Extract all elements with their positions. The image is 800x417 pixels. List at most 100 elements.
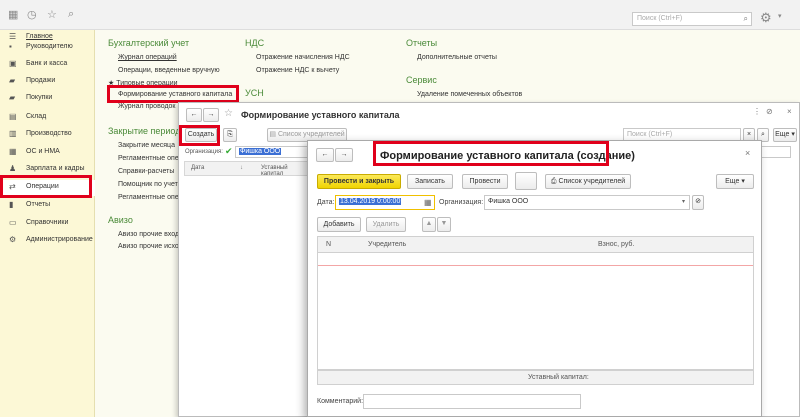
org-filter-label: Организация: — [185, 149, 223, 155]
column-capital[interactable]: Уставный капитал — [261, 165, 308, 177]
post-and-close-button[interactable]: Провести и закрыть — [317, 174, 401, 189]
book-icon: ▭ — [9, 218, 17, 227]
list-more-button[interactable]: Еще ▾ — [773, 128, 797, 142]
warehouse-icon: ▤ — [9, 112, 17, 121]
sidebar-item-purchases[interactable]: ▰ Покупки — [0, 91, 95, 107]
founders-table-footer: Уставный капитал: — [317, 370, 754, 385]
move-down-button[interactable]: ▼ — [437, 217, 451, 232]
founders-table-header: N Учредитель Взнос, руб. — [317, 236, 754, 253]
global-search-input[interactable]: Поиск (Ctrl+F) ⌕ — [632, 12, 752, 26]
search-magnifier-icon[interactable]: ⌕ — [744, 14, 748, 24]
menu-dots-icon[interactable]: ⋮ — [753, 107, 761, 116]
sidebar-item-bank[interactable]: ▣ Банк и касса — [0, 57, 95, 73]
factory-icon: ▥ — [9, 129, 17, 138]
chevron-down-icon[interactable]: ▾ — [778, 12, 782, 20]
sidebar-item-manager[interactable]: ▪ Руководителю — [0, 40, 95, 56]
list-window-title: Формирование уставного капитала — [241, 110, 400, 120]
link-month-close[interactable]: Закрытие месяца — [118, 142, 175, 149]
search-icon[interactable]: ⌕ — [68, 8, 74, 21]
comment-field[interactable] — [363, 394, 581, 409]
doc-more-button[interactable]: Еще ▾ — [716, 174, 754, 189]
sidebar-item-references[interactable]: ▭ Справочники — [0, 216, 95, 232]
doc-forward-button[interactable]: → — [335, 148, 353, 162]
link-nds-deduction[interactable]: Отражение НДС к вычету — [256, 67, 339, 74]
sidebar-item-reports[interactable]: ▮ Отчеты — [0, 198, 95, 214]
org-dropdown-icon[interactable]: ▾ — [682, 198, 685, 205]
bank-icon: ▣ — [9, 59, 17, 68]
list-table-header: Дата ↓ Уставный капитал — [184, 161, 309, 177]
link-regulatory-ops-1[interactable]: Регламентные опера — [118, 155, 187, 162]
sidebar-item-production[interactable]: ▥ Производство — [0, 127, 95, 143]
link-chain-icon[interactable]: ⊘ — [766, 107, 773, 116]
table-divider — [318, 265, 753, 266]
sidebar-item-assets[interactable]: ▦ ОС и НМА — [0, 145, 95, 161]
chart-icon: ▪ — [9, 42, 12, 51]
add-row-button[interactable]: Добавить — [317, 217, 361, 232]
favorite-star-icon[interactable]: ☆ — [224, 108, 233, 119]
settings-gear-icon[interactable]: ⚙ — [760, 10, 772, 26]
section-nds-title: НДС — [245, 38, 265, 48]
section-accounting-title: Бухгалтерский учет — [108, 38, 190, 48]
org-filter-checkbox[interactable]: ✔ — [225, 146, 233, 157]
comment-label: Комментарий: — [317, 398, 364, 405]
move-up-button[interactable]: ▲ — [422, 217, 436, 232]
post-button[interactable]: Провести — [462, 174, 508, 189]
link-delete-marked[interactable]: Удаление помеченных объектов — [417, 91, 522, 98]
forward-button[interactable]: → — [203, 108, 219, 122]
apps-grid-icon[interactable]: ▦ — [8, 8, 18, 21]
column-contribution[interactable]: Взнос, руб. — [598, 241, 634, 248]
org-open-link-button[interactable]: ⊘ — [692, 195, 704, 210]
total-capital-label: Уставный капитал: — [528, 374, 589, 381]
link-postings-journal[interactable]: Журнал проводок — [118, 103, 175, 110]
highlight-operations — [0, 175, 92, 198]
sort-arrow-icon: ↓ — [240, 165, 243, 171]
section-service-title: Сервис — [406, 75, 437, 85]
link-aviso-outgoing[interactable]: Авизо прочие исход — [118, 243, 183, 250]
top-bar: ▦ ◷ ☆ ⌕ Поиск (Ctrl+F) ⌕ ⚙ ▾ — [0, 0, 800, 30]
section-aviso-title: Авизо — [108, 215, 133, 225]
column-founder[interactable]: Учредитель — [368, 241, 406, 248]
back-button[interactable]: ← — [186, 108, 202, 122]
dt-kt-button[interactable] — [515, 172, 537, 190]
sidebar-item-admin[interactable]: ⚙ Администрирование — [0, 233, 95, 249]
link-additional-reports[interactable]: Дополнительные отчеты — [417, 54, 497, 61]
organization-label: Организация: — [439, 199, 484, 206]
favorites-star-icon[interactable]: ☆ — [47, 8, 57, 21]
history-icon[interactable]: ◷ — [27, 8, 37, 21]
highlight-capital-link — [107, 85, 239, 103]
sidebar-item-warehouse[interactable]: ▤ Склад — [0, 110, 95, 126]
people-icon: ♟ — [9, 164, 17, 173]
doc-back-button[interactable]: ← — [316, 148, 334, 162]
link-operations-journal[interactable]: Журнал операций — [118, 54, 177, 61]
save-button[interactable]: Записать — [407, 174, 453, 189]
section-usn-title: УСН — [245, 88, 264, 98]
link-manual-operations[interactable]: Операции, введенные вручную — [118, 67, 220, 74]
founders-table-body[interactable] — [317, 253, 754, 370]
link-accounting-assistant[interactable]: Помощник по учету — [118, 181, 181, 188]
delete-row-button[interactable]: Удалить — [366, 217, 406, 232]
highlight-doc-title — [373, 141, 609, 166]
link-aviso-incoming[interactable]: Авизо прочие входя — [118, 231, 183, 238]
doc-close-icon[interactable]: × — [745, 148, 750, 158]
assets-icon: ▦ — [9, 147, 17, 156]
gear-icon: ⚙ — [9, 235, 17, 244]
sidebar-item-sales[interactable]: ▰ Продажи — [0, 74, 95, 90]
link-regulatory-ops-2[interactable]: Регламентные опера — [118, 194, 187, 201]
section-period-title: Закрытие периода — [108, 126, 186, 136]
link-nds-accrual[interactable]: Отражение начисления НДС — [256, 54, 350, 61]
doc-founders-list-button[interactable]: ⎙ Список учредителей — [545, 174, 631, 189]
column-date[interactable]: Дата — [191, 165, 204, 171]
sections-sidebar: ☰ Главное ▪ Руководителю ▣ Банк и касса ▰ Пр… — [0, 30, 95, 417]
highlight-create-button — [179, 125, 220, 146]
printer-icon: ⎙ — [550, 178, 557, 185]
cart-icon: ▰ — [9, 76, 16, 85]
date-field[interactable]: 13.04.2019 0:00:00 — [335, 195, 435, 210]
close-icon[interactable]: × — [787, 107, 792, 116]
reports-icon: ▮ — [9, 200, 14, 209]
organization-field[interactable]: Фишка ООО — [484, 195, 690, 210]
copy-button[interactable]: ⎘ — [223, 128, 237, 142]
column-n[interactable]: N — [326, 241, 331, 248]
date-label: Дата: — [317, 199, 335, 206]
calendar-icon[interactable]: ▦ — [424, 198, 432, 207]
link-certificates[interactable]: Справки-расчеты — [118, 168, 174, 175]
